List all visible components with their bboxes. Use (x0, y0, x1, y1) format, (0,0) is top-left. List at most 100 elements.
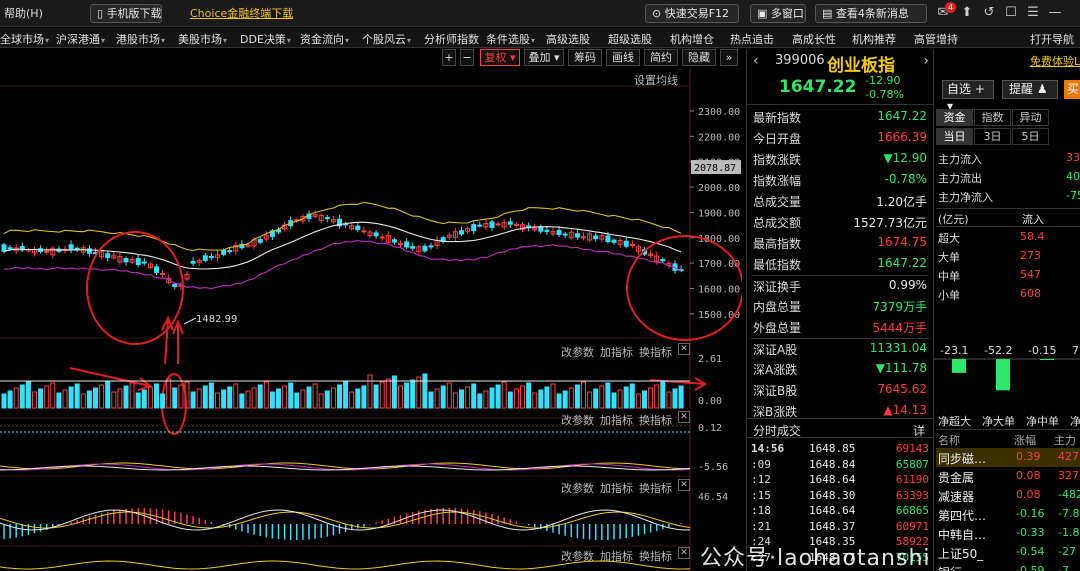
add-indicator-button[interactable]: 加指标 (600, 412, 633, 428)
menu-item-0[interactable]: 全球市场▾ (0, 31, 49, 47)
sector-row[interactable]: 同步磁… 0.39 427 (936, 448, 1080, 467)
candle-body (324, 216, 330, 220)
menu-item-2[interactable]: 港股市场▾ (116, 31, 165, 47)
menu-item-label: 机构推荐 (852, 33, 896, 46)
change-params-button[interactable]: 改参数 (561, 344, 594, 360)
menu-item-7[interactable]: 分析师指数 (424, 31, 479, 47)
minimize-icon[interactable]: — (1046, 4, 1064, 22)
sector-name: 减速器 (938, 490, 975, 504)
help-menu[interactable]: 帮助(H) (4, 5, 43, 21)
candle-body (373, 232, 379, 237)
volume-bar (581, 381, 586, 409)
flow-tab-2[interactable]: 异动 (1012, 109, 1049, 126)
settings-icon[interactable]: ☰ (1024, 4, 1042, 22)
switch-indicator-button[interactable]: 换指标 (639, 412, 672, 428)
main-flow-row: 主力流出 40 (936, 168, 1080, 187)
buy-button[interactable]: 买 (1064, 80, 1080, 99)
menu-item-6[interactable]: 个股风云▾ (362, 31, 411, 47)
free-trial-link[interactable]: 免费体验L (1030, 53, 1080, 69)
menu-item-16[interactable]: 打开导航 (1030, 31, 1074, 47)
change-params-button[interactable]: 改参数 (561, 480, 594, 496)
switch-indicator-button[interactable]: 换指标 (639, 344, 672, 360)
hide-button[interactable]: 隐藏 (682, 49, 716, 66)
add-indicator-button[interactable]: 加指标 (600, 480, 633, 496)
tick-time: 14:56 (751, 442, 785, 455)
sector-main-flow: -7.8 (1058, 507, 1080, 520)
volume-bar (672, 388, 678, 409)
flow-tab-1[interactable]: 指数 (974, 109, 1011, 126)
flow-tab-0[interactable]: 资金 (936, 109, 973, 126)
ma-settings-button[interactable]: 设置均线 (634, 72, 678, 88)
main-flow-value: 33 (1066, 151, 1080, 164)
change-params-button[interactable]: 改参数 (561, 548, 594, 564)
sector-row[interactable]: 减速器 0.08 -482 (936, 486, 1080, 505)
menu-item-12[interactable]: 热点追击 (730, 31, 774, 47)
ticks-detail-button[interactable]: 详 (913, 422, 925, 439)
change-params-button[interactable]: 改参数 (561, 412, 594, 428)
volume-bar (141, 389, 147, 409)
sector-header-pct[interactable]: 涨幅 (1014, 432, 1036, 448)
flow-period-tab-0[interactable]: 当日 (936, 128, 973, 145)
auto-select-button[interactable]: 自选 + ▾ (942, 80, 994, 113)
add-indicator-button[interactable]: 加指标 (600, 344, 633, 360)
menu-item-14[interactable]: 机构推荐 (852, 31, 896, 47)
menu-item-9[interactable]: 高级选股 (546, 31, 590, 47)
sector-row[interactable]: 第四代… -0.16 -7.8 (936, 505, 1080, 524)
menu-item-10[interactable]: 超级选股 (608, 31, 652, 47)
flow-period-tab-1[interactable]: 3日 (974, 128, 1011, 145)
mobile-download-button[interactable]: ▯ 手机版下载 (90, 4, 162, 23)
sector-row[interactable]: 贵金属 0.08 327 (936, 467, 1080, 486)
overlay-button[interactable]: 叠加 ▾ (524, 49, 564, 66)
multi-window-button[interactable]: ▣ 多窗口 (750, 4, 806, 23)
mail-icon[interactable]: ✉ 4 (934, 2, 956, 22)
vol-axis-label: 0.00 (698, 396, 722, 407)
prev-icon[interactable]: ‹ (753, 53, 759, 69)
news-button[interactable]: ▤ 查看4条新消息 (815, 4, 927, 23)
menu-item-11[interactable]: 机构增仓 (670, 31, 714, 47)
close-pane-icon[interactable]: ✕ (678, 547, 690, 559)
sector-row[interactable]: 银行 -0.59 -7 (936, 562, 1080, 571)
close-pane-icon[interactable]: ✕ (678, 479, 690, 491)
sector-row[interactable]: 中韩自… -0.33 -1.8 (936, 524, 1080, 543)
quick-trade-button[interactable]: ⊙ 快速交易F12 (645, 4, 739, 23)
volume-bar (556, 393, 562, 409)
next-icon[interactable]: › (923, 53, 929, 69)
volume-bar (123, 385, 129, 409)
volume-bar (44, 385, 50, 409)
volume-bar (135, 392, 141, 409)
close-pane-icon[interactable]: ✕ (678, 411, 690, 423)
chips-button[interactable]: 筹码 (568, 49, 602, 66)
draw-button[interactable]: 画线 (606, 49, 640, 66)
menu-item-5[interactable]: 资金流向▾ (300, 31, 349, 47)
switch-indicator-button[interactable]: 换指标 (639, 548, 672, 564)
zoom-in-button[interactable]: + (442, 49, 456, 66)
add-indicator-button[interactable]: 加指标 (600, 548, 633, 564)
mail-count-badge: 4 (945, 2, 956, 13)
switch-indicator-button[interactable]: 换指标 (639, 480, 672, 496)
close-pane-icon[interactable]: ✕ (678, 343, 690, 355)
fq-button[interactable]: 复权 ▾ (480, 49, 520, 66)
order-size-row: 中单 547 (936, 266, 1080, 285)
back-icon[interactable]: ↺ (980, 4, 998, 22)
sector-row[interactable]: 上证50_ -0.54 -27 (936, 543, 1080, 562)
candle-body (355, 225, 361, 231)
sector-pct: 0.08 (1016, 488, 1041, 501)
remind-button[interactable]: 提醒 ♟ (1002, 80, 1058, 99)
terminal-download-link[interactable]: Choice金融终端下载 (190, 5, 293, 21)
volume-bar (160, 393, 166, 409)
flow-period-tab-2[interactable]: 5日 (1012, 128, 1049, 145)
menu-item-3[interactable]: 美股市场▾ (178, 31, 227, 47)
trade-icon[interactable]: ⬆ (958, 4, 976, 22)
volume-bar (593, 388, 599, 409)
menu-item-4[interactable]: DDE决策▾ (240, 31, 291, 47)
simple-button[interactable]: 简约 (644, 49, 678, 66)
menu-item-1[interactable]: 沪深港通▾ (56, 31, 105, 47)
sector-header-main[interactable]: 主力 (1054, 432, 1076, 448)
skin-icon[interactable]: ☐ (1002, 4, 1020, 22)
menu-item-15[interactable]: 高管增持 (914, 31, 958, 47)
menu-item-13[interactable]: 高成长性 (792, 31, 836, 47)
zoom-out-button[interactable]: − (460, 49, 474, 66)
menu-item-8[interactable]: 条件选股▾ (486, 31, 535, 47)
more-button[interactable]: » (720, 49, 738, 66)
volume-bar (355, 388, 361, 409)
